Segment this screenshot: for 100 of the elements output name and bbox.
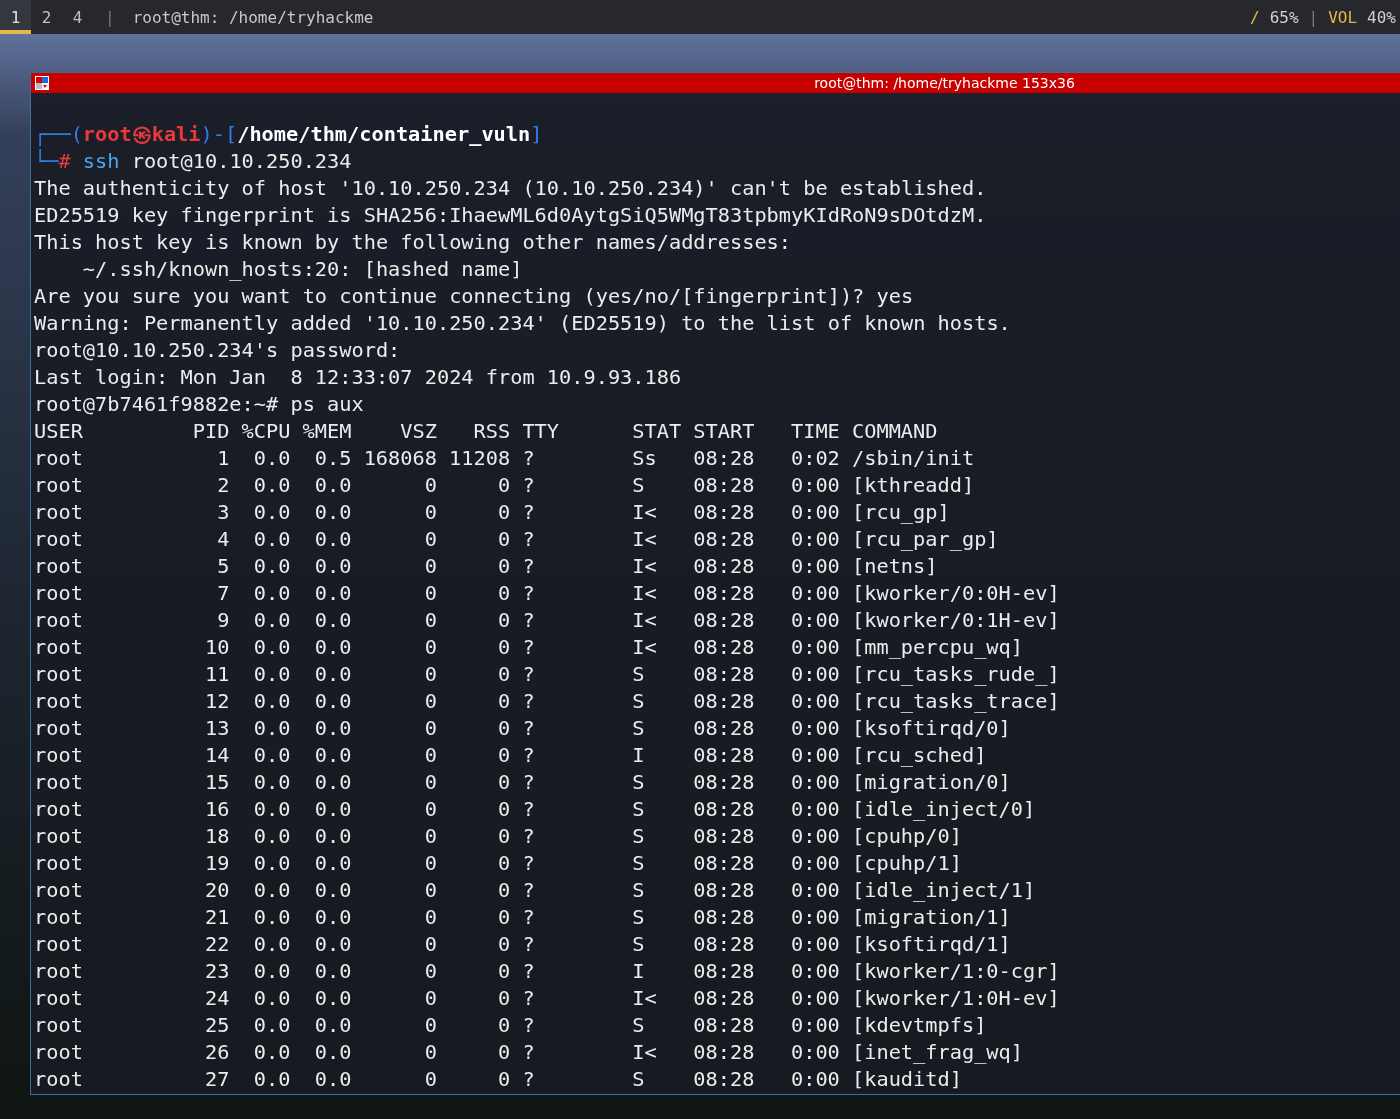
table-cell: 0 [424, 958, 437, 985]
table-cell: 0.0 [314, 823, 352, 850]
column-header: COMMAND [851, 418, 938, 445]
table-cell: 0 [497, 1039, 511, 1066]
table-cell: 0.0 [253, 607, 291, 634]
table-cell: 0.0 [314, 850, 352, 877]
table-cell: 0 [424, 985, 437, 1012]
table-cell-text: 08:28 [692, 877, 755, 904]
table-cell-text: [ksoftirqd/0] [851, 715, 1011, 742]
table-cell: 0 [497, 877, 511, 904]
column-header: USER [34, 418, 83, 445]
table-cell-text: S [631, 769, 645, 796]
table-cell-text: S [631, 1066, 645, 1093]
table-cell-text: [rcu_tasks_rude_] [851, 661, 1060, 688]
table-cell: 0 [424, 607, 437, 634]
table-cell: 0.0 [253, 1066, 291, 1093]
table-cell-text: [kworker/0:0H-ev] [851, 580, 1060, 607]
table-cell: 0:00 [791, 472, 840, 499]
table-cell: 0 [424, 823, 437, 850]
table-cell: 0 [497, 688, 511, 715]
table-cell-text: 08:28 [692, 688, 755, 715]
table-cell-text: [kthreadd] [851, 472, 975, 499]
table-cell: 0.0 [253, 796, 291, 823]
table-cell: 0.0 [314, 1066, 352, 1093]
table-cell: 0.0 [314, 1012, 352, 1039]
table-cell: 0.0 [253, 688, 291, 715]
table-cell-text: S [631, 877, 645, 904]
table-cell: root [34, 499, 83, 526]
table-cell: 0:00 [791, 877, 840, 904]
table-cell-text: [cpuhp/0] [851, 823, 962, 850]
column-header: TTY [521, 418, 559, 445]
output-line: Are you sure you want to continue connecting (yes/no/[fingerprint])? yes [34, 283, 915, 310]
table-cell-text: 08:28 [692, 742, 755, 769]
table-cell: root [34, 580, 83, 607]
table-cell: 0 [424, 580, 437, 607]
table-cell-text: I< [631, 580, 657, 607]
table-cell: 0 [424, 850, 437, 877]
table-cell: root [34, 742, 83, 769]
table-cell: 26 [204, 1039, 230, 1066]
table-cell-text: ? [521, 526, 535, 553]
workspace-tab[interactable]: 4 [62, 0, 93, 34]
workspace-tab[interactable]: 2 [31, 0, 62, 34]
table-cell: 0 [497, 985, 511, 1012]
window-title: root@thm: /home/tryhackme [131, 6, 375, 29]
table-cell: 0:00 [791, 499, 840, 526]
table-cell-text: [kworker/0:1H-ev] [851, 607, 1060, 634]
table-cell: 168068 [363, 445, 437, 472]
table-cell: 0.0 [314, 931, 352, 958]
table-cell-text: 08:28 [692, 553, 755, 580]
table-cell-text: ? [521, 742, 535, 769]
table-cell: root [34, 445, 83, 472]
table-cell: 0:00 [791, 634, 840, 661]
table-cell: 0.0 [314, 958, 352, 985]
table-cell: 4 [217, 526, 230, 553]
table-cell: 0.0 [314, 661, 352, 688]
table-cell: 11208 [449, 445, 511, 472]
table-cell: 0:00 [791, 850, 840, 877]
table-cell-text: 08:28 [692, 850, 755, 877]
table-cell-text: S [631, 904, 645, 931]
table-cell: 22 [204, 931, 230, 958]
workspace-tab[interactable]: 1 [0, 0, 31, 34]
output-line: Warning: Permanently added '10.10.250.234' (ED25519) to the list of known hosts. [34, 310, 1012, 337]
column-header: TIME [791, 418, 840, 445]
table-cell-text: 08:28 [692, 634, 755, 661]
table-cell: 0 [424, 742, 437, 769]
table-cell: 0.0 [253, 1039, 291, 1066]
table-cell-text: I< [631, 499, 657, 526]
table-cell: 0 [497, 742, 511, 769]
table-cell-text: [kauditd] [851, 1066, 962, 1093]
window-menu-icon[interactable] [35, 76, 49, 90]
table-cell-text: [idle_inject/0] [851, 796, 1036, 823]
table-cell: 0 [497, 850, 511, 877]
table-cell: 0:00 [791, 958, 840, 985]
table-cell: 15 [204, 769, 230, 796]
table-cell: 11 [204, 661, 230, 688]
table-cell: 0 [497, 1012, 511, 1039]
table-cell-text: 08:28 [692, 661, 755, 688]
table-cell: 0.0 [314, 715, 352, 742]
table-cell: root [34, 769, 83, 796]
table-cell-text: 08:28 [692, 769, 755, 796]
table-cell: 0.0 [253, 769, 291, 796]
table-cell-text: S [631, 823, 645, 850]
table-cell-text: ? [521, 634, 535, 661]
table-cell: 0 [424, 688, 437, 715]
table-cell: root [34, 904, 83, 931]
table-cell: root [34, 985, 83, 1012]
table-cell: 0.0 [253, 526, 291, 553]
table-cell: 0 [424, 877, 437, 904]
table-cell: 0.0 [253, 499, 291, 526]
status-text: 65% [1268, 6, 1299, 29]
table-cell-text: ? [521, 931, 535, 958]
table-cell: 0 [497, 526, 511, 553]
table-cell: 0.0 [253, 850, 291, 877]
table-cell-text: [ksoftirqd/1] [851, 931, 1011, 958]
table-cell: 0 [424, 796, 437, 823]
table-cell: 0:00 [791, 931, 840, 958]
table-cell: 2 [217, 472, 230, 499]
table-cell: root [34, 1039, 83, 1066]
table-cell-text: ? [521, 580, 535, 607]
table-cell-text: [mm_percpu_wq] [851, 634, 1023, 661]
